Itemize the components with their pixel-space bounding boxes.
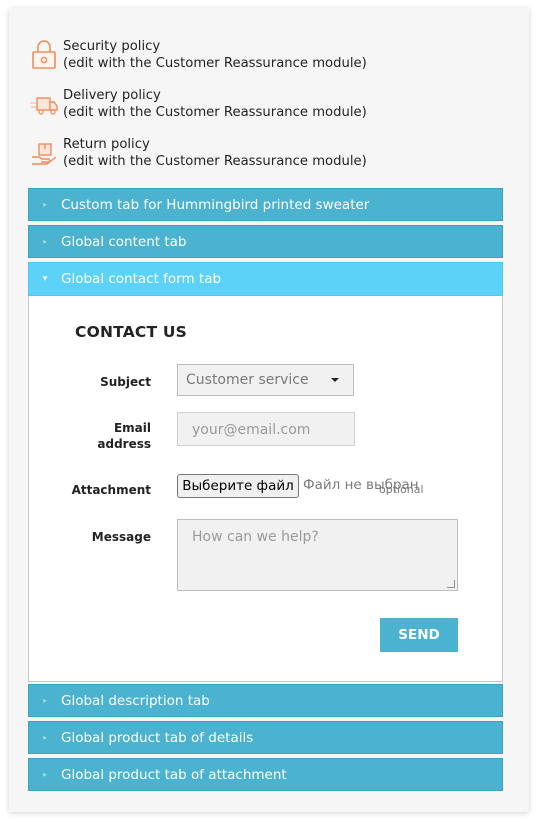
tab-label: Global contact form tab: [61, 271, 222, 287]
message-textarea[interactable]: How can we help?: [177, 519, 458, 591]
tab-label: Global product tab of details: [61, 729, 254, 746]
attachment-label: Attachment: [71, 483, 151, 497]
chevron-right-icon: ▸: [42, 200, 47, 209]
tab-global-product-details[interactable]: ▸ Global product tab of details: [28, 721, 503, 754]
reassurance-security: Security policy (edit with the Customer …: [29, 38, 367, 72]
tab-global-contact-form[interactable]: ▾ Global contact form tab: [28, 262, 503, 296]
subject-select[interactable]: Customer service: [177, 364, 354, 396]
tab-label: Global content tab: [61, 233, 187, 250]
message-label: Message: [91, 530, 151, 544]
reassurance-return: Return policy (edit with the Customer Re…: [29, 136, 367, 170]
chevron-right-icon: ▸: [42, 770, 47, 779]
chevron-right-icon: ▸: [42, 237, 47, 246]
subject-label: Subject: [100, 375, 151, 389]
reassurance-subtitle: (edit with the Customer Reassurance modu…: [63, 56, 367, 71]
choose-file-button[interactable]: Выберите файл: [177, 474, 299, 498]
tab-custom-hummingbird[interactable]: ▸ Custom tab for Hummingbird printed swe…: [28, 188, 503, 221]
tab-global-content[interactable]: ▸ Global content tab: [28, 225, 503, 258]
contact-form-panel: CONTACT US Subject Customer service Emai…: [28, 296, 503, 682]
contact-form-title: CONTACT US: [75, 323, 187, 341]
reassurance-subtitle: (edit with the Customer Reassurance modu…: [63, 105, 367, 120]
lock-icon: [32, 40, 56, 69]
tab-label: Global description tab: [61, 692, 210, 709]
reassurance-subtitle: (edit with the Customer Reassurance modu…: [63, 154, 367, 169]
message-placeholder: How can we help?: [192, 529, 319, 545]
reassurance-title: Return policy: [63, 137, 150, 152]
subject-select-value: Customer service: [186, 372, 309, 388]
optional-note: optional: [379, 483, 424, 496]
tab-label: Custom tab for Hummingbird printed sweat…: [61, 196, 370, 213]
email-field[interactable]: your@email.com: [177, 412, 355, 446]
chevron-down-icon: ▾: [42, 274, 48, 284]
caret-down-icon: [331, 378, 339, 382]
delivery-truck-icon: [30, 97, 58, 115]
send-button[interactable]: SEND: [380, 618, 458, 652]
return-box-icon: [32, 143, 57, 165]
email-label-line1: Email: [113, 421, 151, 435]
email-label: Email address: [29, 420, 151, 452]
tab-global-product-attachment[interactable]: ▸ Global product tab of attachment: [28, 758, 503, 791]
email-label-line2: address: [97, 437, 151, 451]
tab-global-description[interactable]: ▸ Global description tab: [28, 684, 503, 717]
reassurance-title: Security policy: [63, 39, 161, 54]
tab-label: Global product tab of attachment: [61, 766, 287, 783]
resize-grip-icon[interactable]: [447, 580, 455, 588]
product-info-card: Security policy (edit with the Customer …: [9, 8, 529, 812]
reassurance-title: Delivery policy: [63, 88, 161, 103]
reassurance-delivery: Delivery policy (edit with the Customer …: [29, 87, 367, 121]
chevron-right-icon: ▸: [42, 733, 47, 742]
chevron-right-icon: ▸: [42, 696, 47, 705]
